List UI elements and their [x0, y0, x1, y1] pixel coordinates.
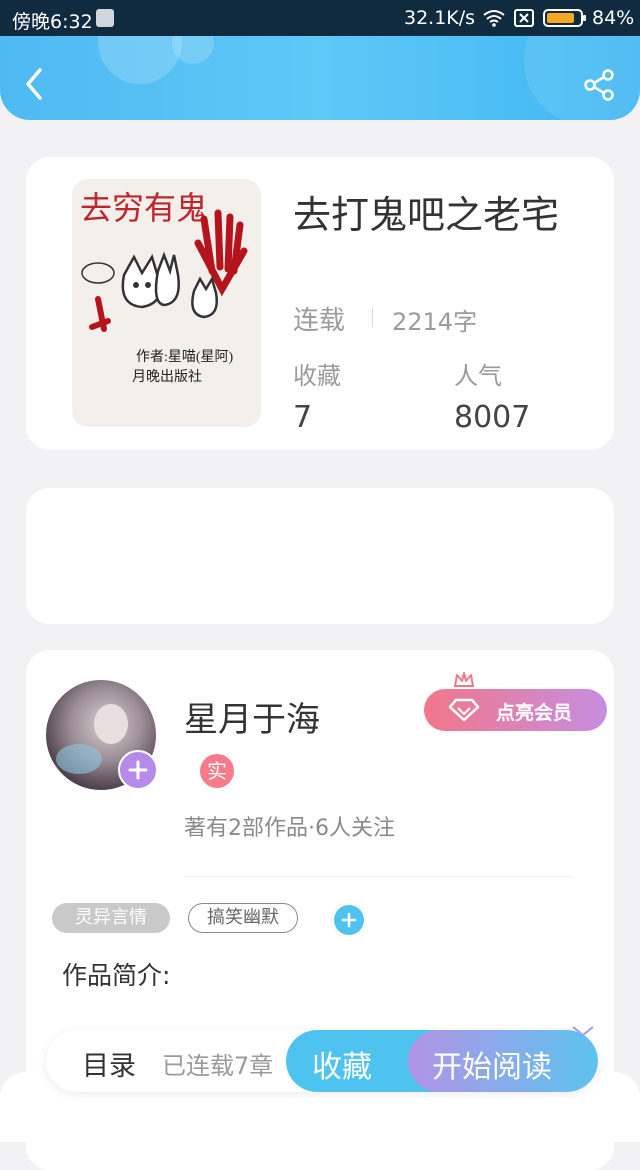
- favorite-button-label: 收藏: [312, 1050, 372, 1085]
- battery-percent: 84%: [592, 7, 635, 29]
- catalog-button[interactable]: 目录: [82, 1044, 136, 1083]
- vip-button-label: 点亮会员: [496, 702, 573, 724]
- divider: [372, 307, 373, 327]
- status-time: 傍晚6:32: [12, 11, 93, 33]
- sim-icon: [514, 9, 534, 27]
- avatar-face: [94, 704, 128, 744]
- share-icon[interactable]: [582, 68, 616, 102]
- word-count: 2214字: [392, 308, 478, 336]
- author-stats: 著有2部作品·6人关注: [184, 816, 395, 841]
- blank-card: [26, 488, 614, 624]
- start-reading-label: 开始阅读: [432, 1050, 552, 1085]
- popularity-count: 8007: [454, 400, 531, 435]
- battery-icon: [543, 9, 586, 27]
- cover-speech-bubble: [81, 262, 115, 284]
- cover-author: 作者:星喵(星阿): [136, 349, 234, 365]
- plus-icon: [128, 760, 148, 780]
- network-speed: 32.1K/s: [404, 7, 476, 29]
- diamond-icon: [448, 698, 480, 722]
- cover-cat-drawing: [121, 253, 162, 309]
- book-cover[interactable]: 去穷有鬼 作者:星喵(星阿) 月晚出版社: [72, 179, 261, 427]
- cover-ghost-drawing: [191, 275, 218, 319]
- cover-title: 去穷有鬼: [80, 190, 208, 226]
- genre-tag[interactable]: 搞笑幽默: [188, 903, 298, 933]
- favorites-label: 收藏: [293, 362, 341, 390]
- avatar-detail: [56, 744, 102, 774]
- vip-button[interactable]: 点亮会员: [424, 689, 607, 731]
- verified-badge: 实: [200, 754, 234, 788]
- back-icon[interactable]: [20, 66, 48, 102]
- genre-tag[interactable]: 灵异言情: [52, 903, 170, 933]
- cover-rabbit-drawing: [154, 251, 180, 307]
- cover-blood-drip: [89, 296, 111, 332]
- cover-illustration: 去穷有鬼 作者:星喵(星阿) 月晚出版社: [80, 190, 248, 385]
- synopsis-label: 作品简介:: [62, 961, 171, 990]
- card-divider: [186, 876, 572, 877]
- add-tag-button[interactable]: [334, 905, 364, 935]
- decor-bubble: [98, 36, 182, 84]
- crown-icon: [454, 672, 474, 687]
- favorites-count: 7: [293, 400, 313, 435]
- book-title: 去打鬼吧之老宅: [293, 193, 560, 237]
- decor-bubble: [172, 36, 214, 64]
- bottom-action-bar: 目录 已连载7章 收藏 开始阅读: [46, 1030, 598, 1092]
- popularity-label: 人气: [454, 362, 502, 390]
- cover-blood-hand: [194, 209, 248, 297]
- cover-publisher: 月晚出版社: [132, 369, 202, 385]
- notification-icon: [96, 9, 114, 27]
- start-reading-button[interactable]: 开始阅读: [408, 1030, 598, 1092]
- plus-icon: [341, 912, 357, 928]
- author-name: 星月于海: [184, 700, 320, 740]
- wifi-icon: [483, 10, 505, 27]
- follow-add-button[interactable]: [118, 750, 158, 790]
- book-status: 连载: [293, 306, 346, 336]
- chapters-count: 已连载7章: [162, 1052, 274, 1080]
- status-bar: 傍晚6:32 32.1K/s 84%: [0, 0, 640, 36]
- header: [0, 36, 640, 120]
